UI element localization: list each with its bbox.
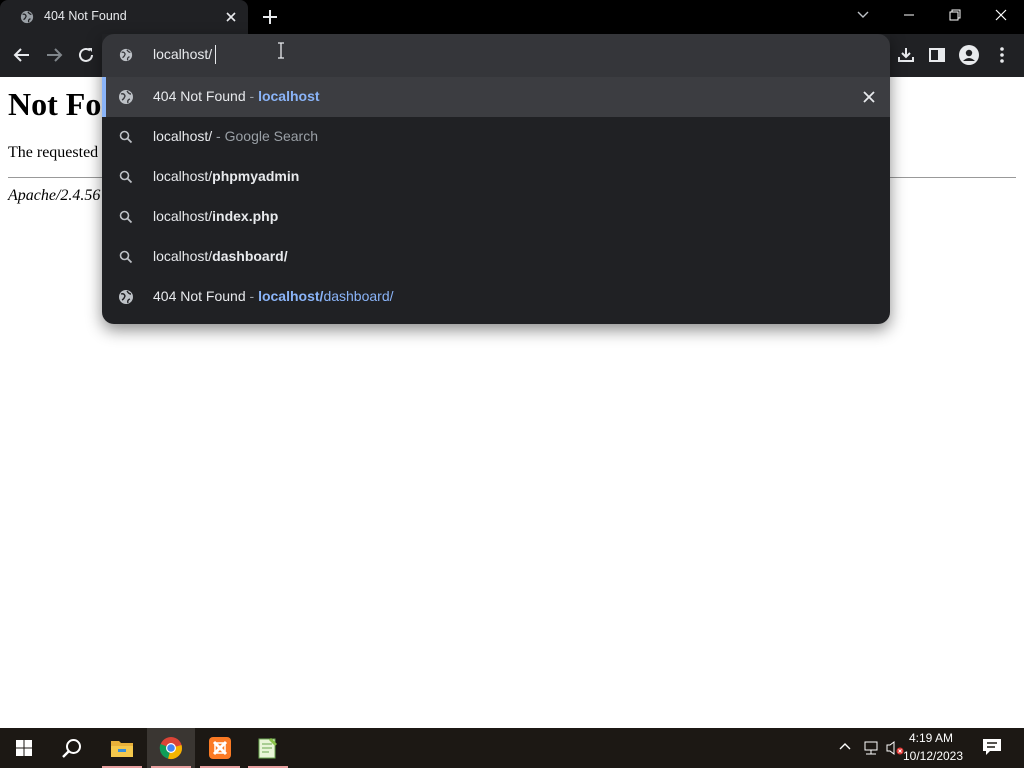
minimize-button[interactable]	[886, 0, 932, 30]
remove-suggestion-icon[interactable]	[860, 88, 878, 106]
taskbar-file-explorer[interactable]	[98, 728, 146, 768]
file-explorer-icon	[111, 741, 133, 757]
suggestion-text: 404 Not Found - localhost/dashboard/	[153, 288, 394, 304]
downloads-button[interactable]	[892, 41, 920, 69]
new-tab-icon[interactable]	[258, 5, 282, 29]
search-icon	[119, 250, 133, 264]
suggestion-item[interactable]: localhost/phpmyadmin	[102, 157, 890, 197]
omnibox-dropdown: localhost/ 404 Not Found - localhost loc…	[102, 34, 890, 324]
taskbar-search-button[interactable]	[48, 728, 96, 768]
text-caret	[215, 45, 216, 64]
profile-button[interactable]	[955, 41, 983, 69]
chevron-up-icon	[839, 743, 851, 750]
suggestion-text: localhost/dashboard/	[153, 248, 288, 264]
back-button[interactable]	[8, 41, 36, 69]
kebab-menu-icon	[1000, 47, 1004, 63]
globe-icon	[119, 290, 133, 304]
side-panel-icon	[929, 48, 945, 62]
suggestion-item[interactable]: localhost/index.php	[102, 197, 890, 237]
reload-icon	[79, 47, 93, 62]
search-icon	[119, 130, 133, 144]
download-icon	[898, 48, 914, 62]
chrome-icon	[159, 737, 182, 759]
tab-search-button[interactable]	[840, 0, 886, 30]
notification-icon	[983, 739, 1001, 755]
taskbar-xampp[interactable]	[196, 728, 244, 768]
suggestion-text: localhost/ - Google Search	[153, 128, 319, 144]
page-heading: Not Fo	[8, 86, 102, 122]
back-arrow-icon	[13, 48, 29, 62]
side-panel-button[interactable]	[923, 41, 951, 69]
globe-icon	[119, 48, 133, 62]
suggestion-text: localhost/phpmyadmin	[153, 168, 300, 184]
globe-icon	[119, 90, 133, 104]
taskbar-chrome[interactable]	[147, 728, 195, 768]
minimize-icon	[904, 14, 914, 16]
suggestion-text: 404 Not Found - localhost	[153, 88, 320, 104]
suggestion-item[interactable]: localhost/ - Google Search	[102, 117, 890, 157]
reload-button[interactable]	[72, 41, 100, 69]
start-icon	[16, 740, 32, 756]
close-tab-icon[interactable]	[222, 8, 240, 26]
suggestion-item[interactable]: 404 Not Found - localhost	[102, 77, 890, 117]
profile-avatar-icon	[959, 45, 979, 65]
suggestion-text: localhost/index.php	[153, 208, 279, 224]
omnibox-input-row[interactable]: localhost/	[102, 34, 890, 77]
network-icon	[864, 741, 878, 755]
taskbar-notepad-plus[interactable]	[244, 728, 292, 768]
page-paragraph: The requested	[8, 144, 99, 161]
menu-button[interactable]	[988, 41, 1016, 69]
search-icon	[119, 170, 133, 184]
restore-button[interactable]	[932, 0, 978, 30]
restore-icon	[949, 9, 961, 21]
close-icon	[995, 9, 1007, 21]
forward-button[interactable]	[40, 41, 68, 69]
xampp-icon	[209, 737, 231, 759]
notepad-plus-icon	[258, 738, 277, 759]
browser-tab[interactable]: 404 Not Found	[0, 0, 248, 34]
show-hidden-icons-button[interactable]	[838, 740, 854, 756]
clock-date[interactable]: 10/12/2023	[898, 749, 968, 763]
page-server-signature: Apache/2.4.56	[8, 187, 101, 204]
tab-title: 404 Not Found	[44, 9, 127, 23]
search-icon	[119, 210, 133, 224]
clock-time[interactable]: 4:19 AM	[896, 731, 966, 745]
text-cursor-icon	[278, 42, 284, 59]
search-icon	[62, 739, 81, 758]
forward-arrow-icon	[47, 48, 63, 62]
network-button[interactable]	[862, 740, 880, 756]
omnibox-input[interactable]: localhost/	[153, 46, 212, 62]
globe-icon	[20, 10, 34, 24]
close-window-button[interactable]	[978, 0, 1024, 30]
suggestion-item[interactable]: 404 Not Found - localhost/dashboard/	[102, 277, 890, 317]
notifications-button[interactable]	[982, 738, 1004, 758]
suggestion-item[interactable]: localhost/dashboard/	[102, 237, 890, 277]
chevron-down-icon	[857, 11, 869, 18]
selection-indicator	[102, 77, 106, 117]
start-button[interactable]	[0, 728, 48, 768]
